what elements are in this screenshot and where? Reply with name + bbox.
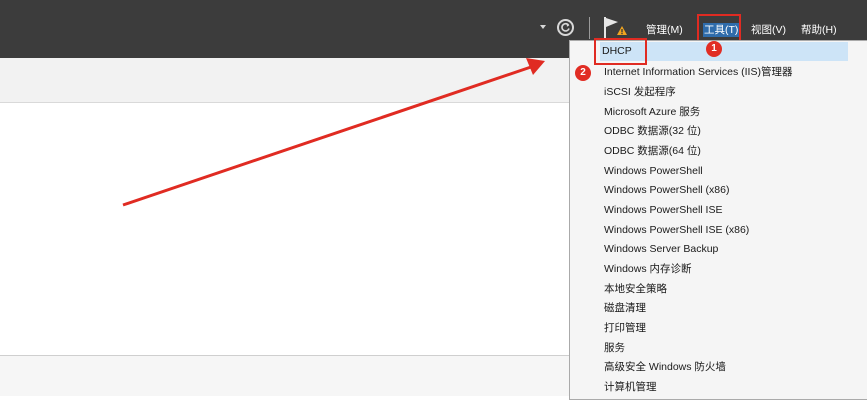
menu-item-iis-manager[interactable]: Internet Information Services (IIS)管理器 xyxy=(604,63,792,82)
menu-item-odbc-64[interactable]: ODBC 数据源(64 位) xyxy=(604,142,701,161)
menu-item-disk-cleanup[interactable]: 磁盘清理 xyxy=(604,299,646,318)
menu-manage[interactable]: 管理(M) xyxy=(646,23,683,37)
menu-item-powershell[interactable]: Windows PowerShell xyxy=(604,162,703,181)
bottom-panel xyxy=(0,356,570,396)
menu-item-services[interactable]: 服务 xyxy=(604,339,625,358)
dhcp-highlight-box xyxy=(594,38,647,65)
menu-item-memory-diagnostic[interactable]: Windows 内存诊断 xyxy=(604,260,692,279)
menu-item-powershell-ise-x86[interactable]: Windows PowerShell ISE (x86) xyxy=(604,221,749,240)
menu-item-firewall-advanced[interactable]: 高级安全 Windows 防火墙 xyxy=(604,358,726,377)
menu-item-azure-services[interactable]: Microsoft Azure 服务 xyxy=(604,103,700,122)
tools-menu-highlight-box xyxy=(697,14,741,42)
refresh-icon[interactable] xyxy=(557,19,574,36)
menu-item-iscsi-initiator[interactable]: iSCSI 发起程序 xyxy=(604,83,676,102)
content-header-strip xyxy=(0,58,570,103)
dropdown-caret-icon[interactable] xyxy=(540,25,546,29)
menu-item-odbc-32[interactable]: ODBC 数据源(32 位) xyxy=(604,122,701,141)
menu-item-server-backup[interactable]: Windows Server Backup xyxy=(604,240,718,259)
toolbar-separator xyxy=(589,17,590,39)
menu-item-computer-management[interactable]: 计算机管理 xyxy=(604,378,657,397)
step-badge-1: 1 xyxy=(706,41,722,57)
step-badge-2: 2 xyxy=(575,65,591,81)
menu-item-local-security-policy[interactable]: 本地安全策略 xyxy=(604,280,667,299)
menu-help[interactable]: 帮助(H) xyxy=(801,23,837,37)
menu-item-powershell-x86[interactable]: Windows PowerShell (x86) xyxy=(604,181,729,200)
menu-view[interactable]: 视图(V) xyxy=(751,23,786,37)
tools-dropdown-menu: DHCP Internet Information Services (IIS)… xyxy=(569,40,867,400)
menu-item-powershell-ise[interactable]: Windows PowerShell ISE xyxy=(604,201,722,220)
menu-item-print-management[interactable]: 打印管理 xyxy=(604,319,646,338)
